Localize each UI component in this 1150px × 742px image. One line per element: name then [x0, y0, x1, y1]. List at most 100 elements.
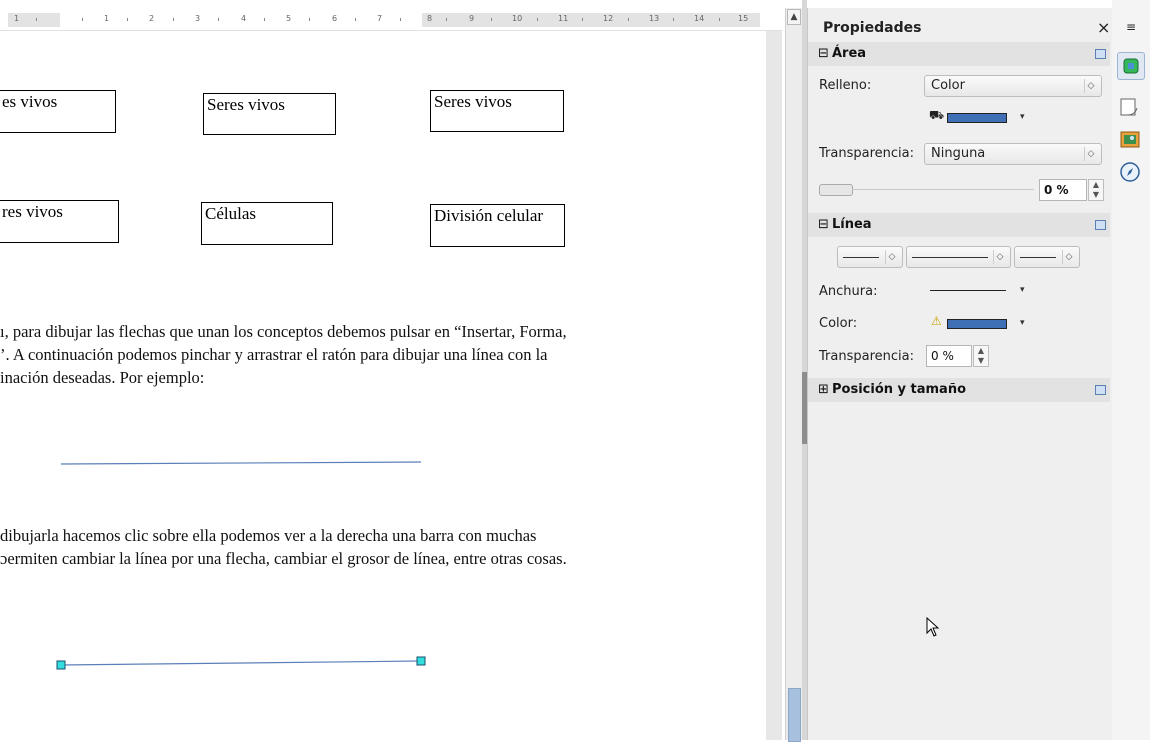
ruler-tick — [82, 18, 83, 21]
ruler-tick — [173, 18, 174, 21]
line-transparency-stepper[interactable]: ▲ ▼ — [973, 345, 989, 367]
tab-navigator[interactable] — [1118, 160, 1142, 184]
ruler-number: 6 — [332, 14, 338, 23]
more-options-icon[interactable] — [1095, 220, 1106, 230]
styles-icon — [1120, 98, 1138, 116]
selection-handle[interactable] — [56, 660, 66, 670]
ruler-number: 9 — [469, 14, 475, 23]
selected-line[interactable] — [60, 660, 422, 666]
line-transparency-label: Transparencia: — [819, 349, 914, 364]
mouse-cursor-icon — [926, 617, 940, 637]
drawing-layer — [56, 461, 426, 670]
ruler-tick — [628, 18, 629, 21]
dropdown-caret-icon[interactable]: ▾ — [1020, 318, 1025, 328]
ruler-tick — [127, 18, 128, 21]
section-title: Línea — [832, 217, 872, 232]
tab-styles[interactable] — [1118, 96, 1142, 120]
ruler-tick — [491, 18, 492, 21]
transparency-slider-track[interactable] — [852, 189, 1034, 190]
ruler-tick — [582, 18, 583, 21]
line-color-swatch[interactable] — [947, 319, 1007, 329]
ruler-tick — [355, 18, 356, 21]
selection-handle[interactable] — [416, 656, 426, 666]
section-header-line[interactable]: ⊟ Línea — [808, 213, 1110, 237]
ruler-number: 15 — [738, 14, 749, 23]
expand-icon[interactable]: ⊞ — [818, 382, 829, 397]
fill-color-swatch[interactable] — [947, 113, 1007, 123]
paragraph-line: ɔermiten cambiar la línea por una flecha… — [0, 549, 567, 568]
spin-icon: ◇ — [993, 250, 1006, 264]
scroll-up-arrow-icon[interactable]: ▲ — [787, 9, 801, 25]
ruler-number: 1 — [14, 14, 20, 23]
pen-icon: ⚠ — [931, 314, 942, 328]
tab-gallery[interactable] — [1118, 128, 1142, 152]
ruler-tick — [264, 18, 265, 21]
line-preview — [912, 257, 988, 258]
ruler-number: 7 — [377, 14, 383, 23]
ruler-number: 3 — [195, 14, 201, 23]
horizontal-ruler[interactable]: 1 1 2 3 4 5 6 7 8 9 10 11 12 13 14 15 — [0, 0, 782, 31]
width-label: Anchura: — [819, 284, 878, 299]
ruler-number: 14 — [694, 14, 705, 23]
ruler-number: 4 — [241, 14, 247, 23]
ruler-tick — [400, 18, 401, 21]
ruler-number: 11 — [558, 14, 569, 23]
vertical-scrollbar[interactable] — [785, 8, 803, 740]
transparency-label: Transparencia: — [819, 146, 914, 161]
fill-type-select[interactable]: Color ◇ — [924, 75, 1102, 97]
ruler-number: 10 — [512, 14, 523, 23]
ruler-number: 13 — [649, 14, 660, 23]
spin-icon: ◇ — [1084, 147, 1097, 161]
ruler-tick — [309, 18, 310, 21]
paint-bucket-icon: ⛟ — [929, 108, 945, 122]
line-preview — [1020, 257, 1056, 258]
arrow-end-style-select[interactable]: ◇ — [1014, 246, 1080, 268]
section-header-position[interactable]: ⊞ Posición y tamaño — [808, 378, 1110, 402]
line-preview — [843, 257, 879, 258]
line-color-label: Color: — [819, 316, 858, 331]
ruler-tick — [446, 18, 447, 21]
transparency-percent-field[interactable]: 0 % — [1039, 179, 1087, 201]
close-icon[interactable]: × — [1097, 18, 1110, 37]
properties-icon — [1123, 58, 1139, 74]
tab-properties[interactable] — [1117, 52, 1145, 80]
spin-icon: ◇ — [1062, 250, 1075, 264]
spin-icon: ◇ — [1084, 79, 1097, 93]
section-title: Área — [832, 46, 867, 61]
document-page[interactable]: es vivos Seres vivos Seres vivos res viv… — [0, 31, 766, 740]
transparency-slider-thumb[interactable] — [819, 184, 853, 196]
arrow-start-style-select[interactable]: ◇ — [837, 246, 903, 268]
more-options-icon[interactable] — [1095, 49, 1106, 59]
drawn-line[interactable] — [60, 461, 422, 465]
page-margin-gap — [766, 31, 782, 740]
ruler-tick — [673, 18, 674, 21]
section-header-area[interactable]: ⊟ Área — [808, 42, 1110, 66]
fill-type-value: Color — [931, 78, 965, 93]
more-options-icon[interactable] — [1095, 385, 1106, 395]
paragraph-line: dibujarla hacemos clic sobre ella podemo… — [0, 526, 537, 545]
ruler-number: 12 — [603, 14, 614, 23]
line-style-select[interactable]: ◇ — [906, 246, 1011, 268]
transparency-value: Ninguna — [931, 146, 986, 161]
line-width-preview[interactable] — [930, 290, 1006, 291]
dropdown-caret-icon[interactable]: ▾ — [1020, 112, 1025, 122]
panel-title: Propiedades — [823, 20, 922, 36]
ruler-number: 5 — [286, 14, 292, 23]
sidebar-tabbar: ≡ — [1112, 0, 1150, 740]
sidebar-menu-icon[interactable]: ≡ — [1126, 20, 1136, 34]
scrollbar-thumb[interactable] — [788, 688, 801, 742]
line-transparency-field[interactable]: 0 % — [926, 345, 972, 367]
percent-stepper[interactable]: ▲ ▼ — [1088, 179, 1104, 201]
dropdown-caret-icon[interactable]: ▾ — [1020, 285, 1025, 295]
navigator-icon — [1120, 162, 1140, 182]
fill-label: Relleno: — [819, 78, 872, 93]
ruler-number: 8 — [427, 14, 433, 23]
collapse-icon[interactable]: ⊟ — [818, 217, 829, 232]
ruler-tick — [719, 18, 720, 21]
ruler-number: 1 — [104, 14, 110, 23]
section-title: Posición y tamaño — [832, 382, 967, 397]
collapse-icon[interactable]: ⊟ — [818, 46, 829, 61]
ruler-tick — [537, 18, 538, 21]
ruler-tick — [36, 18, 37, 21]
transparency-select[interactable]: Ninguna ◇ — [924, 143, 1102, 165]
